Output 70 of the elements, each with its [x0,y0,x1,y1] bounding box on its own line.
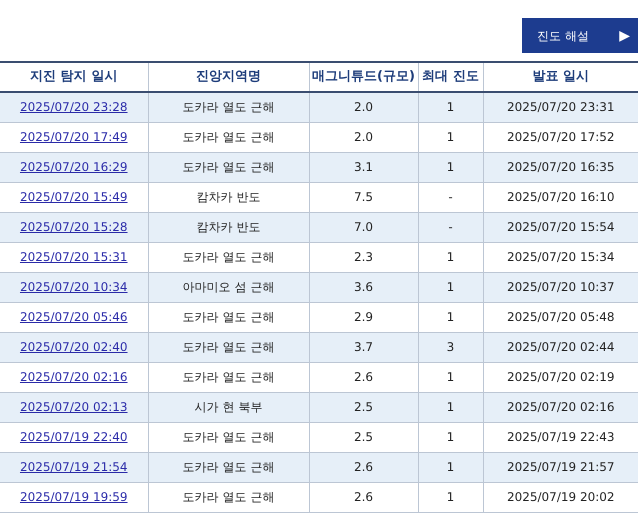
column-header: 발표 일시 [532,69,590,84]
table-cell: - [448,190,453,204]
table-cell: 2025/07/20 02:16 [506,400,615,414]
table-cell: 2025/07/19 21:57 [506,460,615,474]
table-cell: 1 [446,130,454,144]
column-header: 매그니튜드(규모) [312,69,415,84]
table-cell: 2.5 [354,400,374,414]
table-cell: 도카라 열도 근해 [182,160,274,174]
table-cell: 1 [446,490,454,504]
table-cell: 2.6 [354,460,374,474]
table-cell: 7.0 [354,220,374,234]
table-cell: 도카라 열도 근해 [182,490,274,504]
date-link[interactable]: 2025/07/19 22:40 [20,430,128,444]
table-cell: 1 [446,100,454,114]
date-link[interactable]: 2025/07/20 05:46 [20,310,128,324]
table-cell: 2025/07/20 16:10 [506,190,615,204]
table-cell: 2025/07/20 16:35 [506,160,615,174]
table-cell: 도카라 열도 근해 [182,460,274,474]
table-cell: 2.0 [354,100,374,114]
table-cell: 1 [446,250,454,264]
table-cell: 3 [446,340,454,354]
date-link[interactable]: 2025/07/19 19:59 [20,490,128,504]
table-cell: 2025/07/20 02:44 [506,340,615,354]
play-icon: ▶ [619,28,630,42]
table-cell: 도카라 열도 근해 [182,370,274,384]
table-cell: 도카라 열도 근해 [182,100,274,114]
column-header: 지진 탐지 일시 [30,69,118,84]
table-cell: 3.6 [354,280,374,294]
table-cell: 1 [446,460,454,474]
table-cell: 2025/07/19 22:43 [506,430,615,444]
table-cell: 2.3 [354,250,374,264]
table-cell: 1 [446,160,454,174]
table-cell: 시가 현 북부 [194,400,262,414]
table-cell: 1 [446,370,454,384]
guide-button[interactable]: 진도 해설 ▶ [522,18,638,53]
table-cell: 1 [446,430,454,444]
table-cell: 캄차카 반도 [196,220,260,234]
table-cell: 도카라 열도 근해 [182,430,274,444]
table-cell: 2.9 [354,310,374,324]
table-cell: 2025/07/20 05:48 [506,310,615,324]
table-cell: 1 [446,310,454,324]
column-header: 최대 진도 [422,69,479,84]
date-link[interactable]: 2025/07/20 02:16 [20,370,128,384]
table-cell: 2.0 [354,130,374,144]
table-cell: 3.7 [354,340,374,354]
date-link[interactable]: 2025/07/20 17:49 [20,130,128,144]
table-cell: 2.6 [354,370,374,384]
table-cell: 2.5 [354,430,374,444]
table-cell: 캄차카 반도 [196,190,260,204]
table-cell: 2025/07/20 17:52 [506,130,615,144]
table-cell: 1 [446,400,454,414]
table-cell: 2025/07/20 15:34 [506,250,615,264]
date-link[interactable]: 2025/07/20 15:31 [20,250,128,264]
table-cell: 2025/07/20 23:31 [506,100,615,114]
table-cell: 2025/07/20 10:37 [506,280,615,294]
table-cell: 2025/07/19 20:02 [506,490,615,504]
table-cell: 2025/07/20 15:54 [506,220,615,234]
table-cell: 2.6 [354,490,374,504]
table-cell: - [448,220,453,234]
table-cell: 7.5 [354,190,374,204]
table-cell: 3.1 [354,160,374,174]
table-cell: 도카라 열도 근해 [182,310,274,324]
table-cell: 2025/07/20 02:19 [506,370,615,384]
table-cell: 도카라 열도 근해 [182,250,274,264]
table-cell: 아마미오 섬 근해 [182,280,274,294]
table-cell: 도카라 열도 근해 [182,130,274,144]
column-header: 진앙지역명 [196,69,261,84]
table-cell: 1 [446,280,454,294]
table-cell: 도카라 열도 근해 [182,340,274,354]
date-link[interactable]: 2025/07/20 15:49 [20,190,128,204]
